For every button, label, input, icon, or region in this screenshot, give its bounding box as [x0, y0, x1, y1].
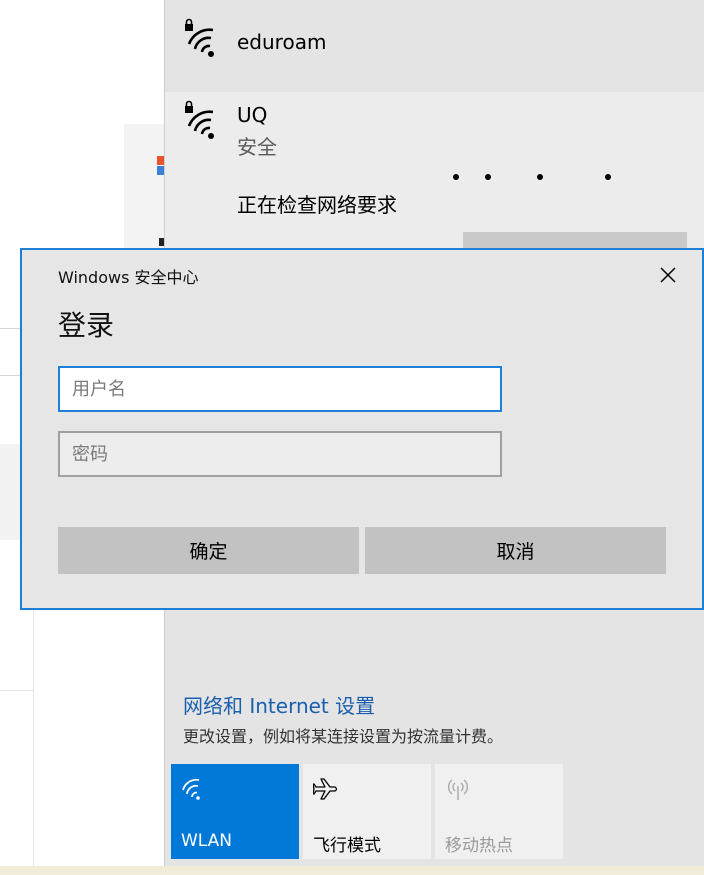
- quick-action-airplane-mode[interactable]: 飞行模式: [303, 764, 431, 859]
- quick-action-label: 飞行模式: [313, 836, 381, 856]
- background-panel: [124, 124, 164, 254]
- network-settings-link[interactable]: 网络和 Internet 设置: [183, 690, 375, 719]
- ok-button[interactable]: 确定: [58, 527, 359, 574]
- divider: [0, 375, 22, 376]
- dialog-title: Windows 安全中心: [58, 268, 199, 287]
- app-logo-fragment: [157, 156, 164, 184]
- network-settings-description: 更改设置，例如将某连接设置为按流量计费。: [183, 727, 504, 746]
- quick-action-label: WLAN: [181, 831, 233, 851]
- network-progress-text: 正在检查网络要求: [237, 193, 397, 217]
- network-name: UQ: [237, 103, 268, 127]
- wifi-secured-icon: [185, 100, 214, 139]
- quick-action-label: 移动热点: [445, 836, 513, 856]
- network-security-status: 安全: [237, 135, 277, 159]
- dialog-heading: 登录: [58, 309, 115, 342]
- wifi-icon: [182, 778, 200, 800]
- username-field[interactable]: [58, 366, 502, 412]
- network-name: eduroam: [237, 30, 327, 54]
- taskbar-edge: [0, 866, 704, 875]
- credential-dialog: Windows 安全中心 登录 确定 取消: [20, 248, 704, 610]
- hotspot-icon: [448, 779, 468, 800]
- wifi-secured-icon: [185, 18, 214, 57]
- network-item-eduroam[interactable]: eduroam: [165, 0, 704, 92]
- close-icon[interactable]: [658, 265, 678, 285]
- password-field[interactable]: [58, 431, 502, 477]
- loading-dots-icon: [453, 174, 623, 184]
- cancel-button[interactable]: 取消: [365, 527, 666, 574]
- quick-action-mobile-hotspot[interactable]: 移动热点: [435, 764, 563, 859]
- divider: [0, 690, 34, 691]
- network-item-uq[interactable]: UQ 安全 正在检查网络要求: [165, 92, 704, 252]
- quick-action-wlan[interactable]: WLAN: [171, 764, 299, 859]
- divider: [0, 328, 22, 329]
- airplane-icon: [313, 778, 338, 800]
- background-panel: [0, 444, 22, 540]
